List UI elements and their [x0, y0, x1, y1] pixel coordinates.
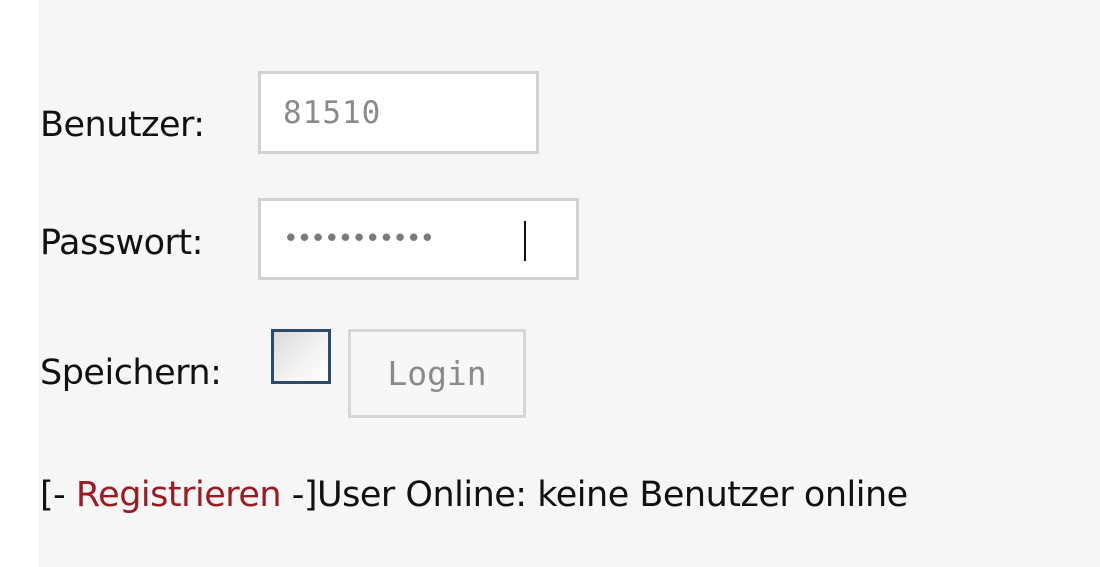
username-input[interactable] — [261, 74, 536, 151]
footer-bracket-open: [- — [40, 475, 76, 515]
text-cursor — [524, 221, 526, 261]
password-field-box — [258, 198, 579, 280]
password-input[interactable] — [261, 201, 576, 277]
users-online-text: User Online: keine Benutzer online — [317, 475, 908, 515]
register-link[interactable]: Registrieren — [76, 475, 282, 515]
password-label: Passwort: — [40, 223, 203, 263]
footer-bracket-close: -] — [281, 475, 318, 515]
remember-checkbox[interactable] — [271, 329, 331, 384]
remember-label: Speichern: — [40, 353, 222, 393]
username-field-box — [258, 71, 539, 154]
username-label: Benutzer: — [40, 105, 205, 145]
footer-bar: [- Registrieren -]User Online: keine Ben… — [40, 478, 908, 513]
login-button[interactable]: Login — [348, 329, 526, 418]
